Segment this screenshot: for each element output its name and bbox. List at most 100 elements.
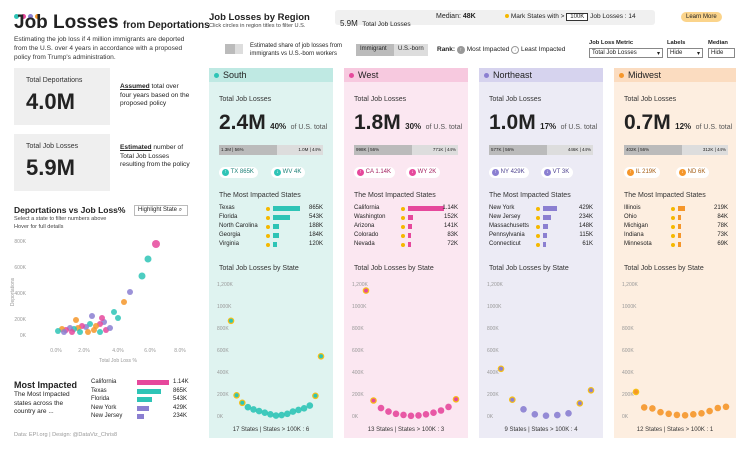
state-row[interactable]: Pennsylvania 115K: [489, 232, 593, 239]
state-row[interactable]: Colorado 83K: [354, 232, 458, 239]
state-dot[interactable]: [295, 406, 302, 414]
scatter-dot[interactable]: [138, 272, 146, 280]
scatter-dot[interactable]: [99, 315, 105, 321]
usborn-toggle[interactable]: U.S.-born: [394, 44, 428, 56]
state-row[interactable]: Michigan 78K: [624, 223, 728, 230]
state-row[interactable]: North Carolina 188K: [219, 223, 323, 230]
state-dot[interactable]: [714, 404, 722, 412]
state-dot[interactable]: [698, 410, 705, 417]
up-arrow-icon[interactable]: ↑: [456, 46, 465, 54]
state-dot[interactable]: [445, 403, 452, 411]
state-dot[interactable]: [531, 411, 539, 418]
state-dot[interactable]: [255, 407, 263, 415]
most-impacted-row[interactable]: Florida 543K: [91, 396, 191, 404]
state-dot-chart[interactable]: 1,200K 1000K 800K 600K 400K 200K 0K: [485, 276, 595, 426]
region-header[interactable]: West: [344, 68, 468, 82]
state-row[interactable]: Florida 543K: [219, 214, 323, 221]
scatter-dot[interactable]: [69, 329, 75, 335]
scatter-dot[interactable]: [97, 329, 103, 335]
state-row[interactable]: Ohio 84K: [624, 214, 728, 221]
median-select[interactable]: Hide: [708, 48, 735, 58]
most-impacted-row[interactable]: California 1.14K: [91, 379, 191, 387]
scatter-dot[interactable]: [77, 329, 83, 335]
state-dot[interactable]: [261, 409, 269, 416]
region-header[interactable]: South: [209, 68, 333, 82]
region-filter-dot-icon[interactable]: [214, 73, 219, 78]
state-dot[interactable]: [673, 411, 681, 419]
state-dot[interactable]: [649, 405, 656, 412]
labels-select[interactable]: Hide ▾: [667, 48, 703, 58]
scatter-dot[interactable]: [127, 289, 133, 295]
state-dot[interactable]: [407, 412, 415, 420]
learn-more-button[interactable]: Learn More: [681, 12, 722, 22]
region-header[interactable]: Midwest: [614, 68, 736, 82]
state-dot[interactable]: [722, 403, 730, 411]
state-dot[interactable]: [278, 411, 285, 419]
state-dot[interactable]: [437, 407, 445, 414]
state-dot[interactable]: [250, 406, 257, 413]
region-header[interactable]: Northeast: [479, 68, 603, 82]
state-dot[interactable]: [415, 412, 422, 419]
state-dot[interactable]: [284, 410, 291, 418]
state-dot-chart[interactable]: 1,200K 1000K 800K 600K 400K 200K 0K: [215, 276, 325, 426]
most-impacted-row[interactable]: New York 429K: [91, 405, 191, 413]
scatter-dot[interactable]: [73, 317, 79, 323]
state-dot[interactable]: [267, 411, 274, 418]
state-row[interactable]: Illinois 219K: [624, 205, 728, 212]
state-dot[interactable]: [657, 408, 664, 416]
state-dot[interactable]: [681, 412, 689, 419]
most-impacted-row[interactable]: Texas 865K: [91, 388, 191, 396]
state-row[interactable]: Washington 152K: [354, 214, 458, 221]
scatter-dot[interactable]: [107, 325, 113, 331]
most-impacted-row[interactable]: New Jersey 234K: [91, 413, 191, 421]
immigrant-toggle[interactable]: Immigrant: [356, 44, 394, 56]
state-row[interactable]: Massachusetts 148K: [489, 223, 593, 230]
state-dot[interactable]: [377, 404, 385, 412]
state-dot[interactable]: [565, 410, 572, 417]
down-arrow-icon[interactable]: ↓: [511, 46, 520, 54]
state-dot-chart[interactable]: 1,200K 1000K 800K 600K 400K 200K 0K: [620, 276, 730, 426]
state-row[interactable]: Connecticut 61K: [489, 241, 593, 248]
scatter-dot[interactable]: [115, 315, 121, 321]
metric-select[interactable]: Total Job Losses ▾: [589, 48, 663, 58]
scatter-dot[interactable]: [111, 309, 117, 315]
state-dot[interactable]: [520, 406, 527, 413]
scatter-dot[interactable]: [89, 313, 95, 319]
scatter-dot[interactable]: [121, 299, 127, 305]
state-dot[interactable]: [706, 407, 713, 415]
state-row[interactable]: Virginia 120K: [219, 241, 323, 248]
region-filter-dot-icon[interactable]: [484, 73, 489, 78]
region-filter-dot-icon[interactable]: [619, 73, 624, 78]
state-row[interactable]: New Jersey 234K: [489, 214, 593, 221]
state-dot[interactable]: [306, 402, 314, 409]
state-row[interactable]: California 1.14K: [354, 205, 458, 212]
mark-threshold-input[interactable]: 100K: [566, 13, 589, 21]
state-dot[interactable]: [542, 412, 550, 419]
scatter-dot[interactable]: [91, 327, 97, 333]
scatter-dot[interactable]: [152, 240, 160, 248]
state-row[interactable]: Georgia 184K: [219, 232, 323, 239]
highlight-state-button[interactable]: Highlight State ⌕: [134, 205, 188, 216]
scatter-dot[interactable]: [144, 255, 152, 263]
scatter-dot[interactable]: [85, 329, 91, 335]
state-row[interactable]: New York 429K: [489, 205, 593, 212]
scatter-chart[interactable]: 800K 600K 400K 200K 0K Deportations 0.0%…: [6, 232, 192, 372]
state-dot-chart[interactable]: 1,200K 1000K 800K 600K 400K 200K 0K: [350, 276, 460, 426]
state-dot[interactable]: [272, 412, 280, 419]
state-dot[interactable]: [400, 411, 407, 419]
scatter-dot[interactable]: [61, 329, 67, 335]
state-dot[interactable]: [392, 410, 400, 418]
state-row[interactable]: Texas 865K: [219, 205, 323, 212]
state-row[interactable]: Arizona 141K: [354, 223, 458, 230]
state-dot[interactable]: [665, 410, 672, 418]
scatter-dot[interactable]: [55, 328, 61, 334]
state-row[interactable]: Indiana 73K: [624, 232, 728, 239]
state-row[interactable]: Nevada 72K: [354, 241, 458, 248]
region-filter-dot-icon[interactable]: [349, 73, 354, 78]
state-dot[interactable]: [690, 411, 697, 418]
state-dot[interactable]: [554, 411, 561, 419]
state-dot[interactable]: [422, 411, 430, 418]
state-dot[interactable]: [300, 405, 308, 412]
state-dot[interactable]: [430, 409, 437, 416]
state-dot[interactable]: [385, 408, 392, 415]
